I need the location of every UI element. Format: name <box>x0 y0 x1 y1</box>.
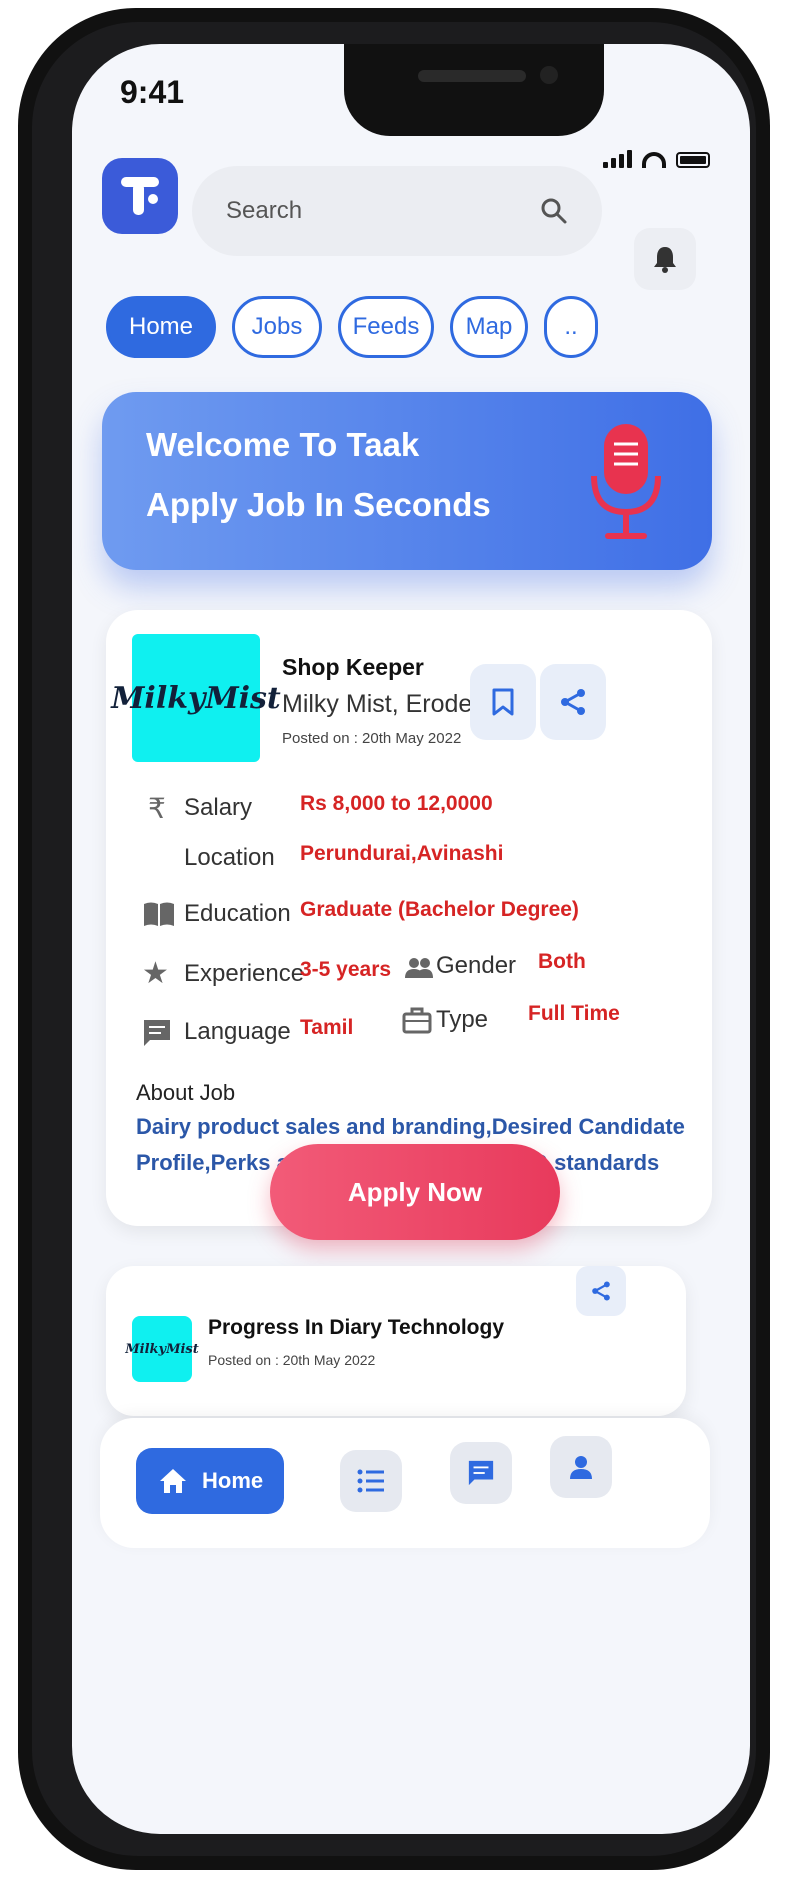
company-logo: MilkyMist <box>111 634 281 762</box>
notch <box>344 44 604 136</box>
job2-title: Progress In Diary Technology <box>208 1316 505 1339</box>
type-label: Type <box>436 1006 489 1033</box>
salary-value: Rs 8,000 to 12,0000 <box>300 792 493 815</box>
salary-label: Salary <box>184 794 253 821</box>
user-icon <box>570 1456 592 1479</box>
language-value: Tamil <box>300 1016 354 1039</box>
notification-button[interactable] <box>634 228 696 290</box>
gender-label: Gender <box>436 952 517 979</box>
apply-now-button[interactable]: Apply Now <box>270 1144 560 1240</box>
taak-logo-icon <box>121 177 159 215</box>
job2-posted-date: Posted on : 20th May 2022 <box>208 1352 376 1368</box>
about-job-line-1: Dairy product sales and branding,Desired… <box>136 1114 685 1139</box>
company-logo-small: MilkyMist <box>125 1316 199 1382</box>
gender-value: Both <box>538 950 586 973</box>
location-label: Location <box>184 844 275 871</box>
job2-share-button[interactable] <box>576 1266 626 1316</box>
status-time: 9:41 <box>120 74 185 110</box>
star-icon: ★ <box>142 957 169 990</box>
education-value: Graduate (Bachelor Degree) <box>300 898 579 921</box>
search-input[interactable]: Search <box>192 166 602 256</box>
welcome-banner[interactable]: Welcome To Taak Apply Job In Seconds <box>102 392 712 570</box>
about-job-label: About Job <box>136 1080 236 1105</box>
type-value: Full Time <box>528 1002 620 1025</box>
bookmark-button[interactable] <box>470 664 536 740</box>
share-button[interactable] <box>540 664 606 740</box>
battery-icon <box>676 152 710 168</box>
job-company: Milky Mist, Erode <box>282 690 473 718</box>
job-card[interactable]: MilkyMist Shop Keeper Milky Mist, Erode … <box>106 610 712 1226</box>
app-screen: 9:41 Search Home Jobs Feeds Map .. Welco… <box>72 44 750 1834</box>
nav-list-button[interactable] <box>340 1450 402 1512</box>
search-placeholder: Search <box>226 197 303 224</box>
bell-icon <box>654 247 676 273</box>
list-icon <box>357 1469 384 1493</box>
message-icon <box>468 1460 494 1486</box>
job-posted-date: Posted on : 20th May 2022 <box>282 730 462 747</box>
experience-value: 3-5 years <box>300 958 392 981</box>
nav-messages-button[interactable] <box>450 1442 512 1504</box>
home-icon <box>160 1469 186 1493</box>
rupee-icon: ₹ <box>148 793 166 824</box>
signal-icon <box>603 150 632 168</box>
banner-subtitle: Apply Job In Seconds <box>146 486 491 523</box>
camera <box>540 66 558 84</box>
chat-icon <box>144 1020 170 1046</box>
tab-jobs[interactable]: Jobs <box>232 296 322 358</box>
nav-home-label: Home <box>202 1468 264 1493</box>
tab-feeds[interactable]: Feeds <box>338 296 434 358</box>
bookmark-icon <box>492 688 514 716</box>
company-logo-text: MilkyMist <box>111 680 281 716</box>
experience-label: Experience <box>184 960 305 987</box>
tab-home[interactable]: Home <box>106 296 216 358</box>
education-label: Education <box>184 900 291 927</box>
nav-home-button[interactable]: Home <box>136 1448 284 1514</box>
share-icon <box>592 1281 610 1301</box>
book-icon <box>144 902 174 926</box>
language-label: Language <box>184 1018 291 1045</box>
wifi-icon <box>642 152 666 168</box>
nav-profile-button[interactable] <box>550 1436 612 1498</box>
bottom-navigation: Home <box>100 1418 710 1548</box>
tab-bar: Home Jobs Feeds Map .. <box>106 296 598 358</box>
briefcase-icon <box>402 1007 432 1034</box>
tab-more[interactable]: .. <box>544 296 598 358</box>
job-title: Shop Keeper <box>282 654 424 680</box>
gender-icon <box>405 958 433 978</box>
app-logo[interactable] <box>102 158 178 234</box>
location-value: Perundurai,Avinashi <box>300 842 504 865</box>
speaker <box>418 70 526 82</box>
job-card-2[interactable]: MilkyMist Progress In Diary Technology P… <box>106 1266 686 1416</box>
status-icons <box>603 150 710 168</box>
tab-map[interactable]: Map <box>450 296 528 358</box>
banner-title: Welcome To Taak <box>146 426 420 463</box>
share-icon <box>561 689 585 715</box>
company-logo-small-text: MilkyMist <box>125 1341 199 1357</box>
search-icon[interactable] <box>540 197 568 225</box>
microphone-icon[interactable] <box>588 420 664 542</box>
